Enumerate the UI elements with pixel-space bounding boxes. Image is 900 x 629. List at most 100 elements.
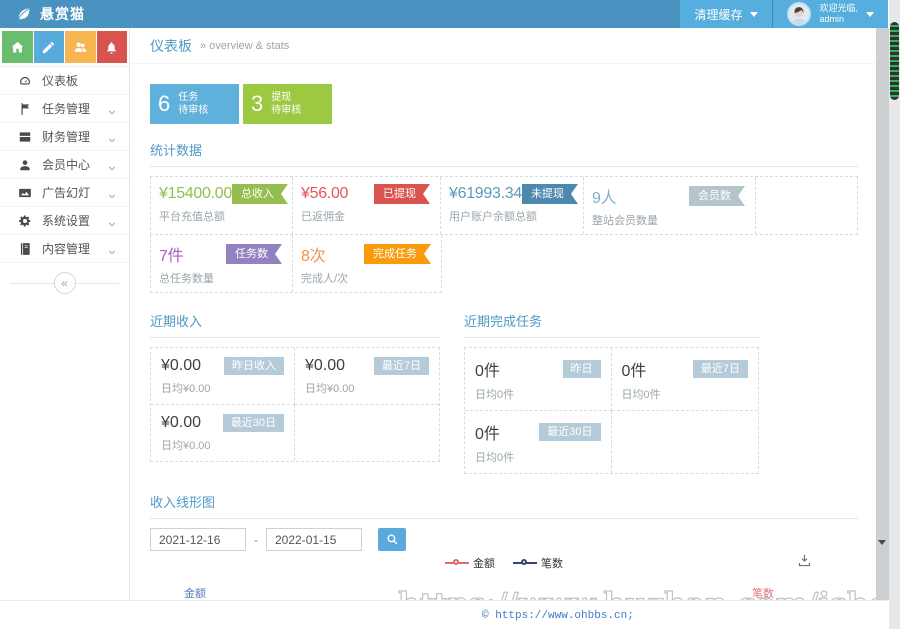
sidebar-item-tasks[interactable]: 任务管理 — [0, 95, 129, 123]
chevron-down-icon — [107, 160, 117, 170]
sidebar-item-settings[interactable]: 系统设置 — [0, 207, 129, 235]
leaf-icon — [16, 6, 32, 22]
period-badge: 最近7日 — [692, 360, 748, 378]
search-icon — [386, 534, 397, 545]
app-title: 悬赏猫 — [40, 6, 85, 22]
recent-tasks-panel: 近期完成任务 0件 昨日 日均0件 0件 最近7日 日均0件 0件 最近30日 … — [464, 311, 759, 474]
date-separator: - — [254, 532, 258, 547]
divider — [150, 337, 440, 338]
status-badge: 会员数 — [689, 186, 745, 206]
income-card-30days: ¥0.00 最近30日 日均¥0.00 — [151, 405, 295, 461]
sidebar-collapse-button[interactable]: « — [53, 272, 76, 294]
page-title: 仪表板 — [150, 37, 192, 54]
left-axis-title: 金额 — [184, 588, 206, 600]
notifications-shortcut-button[interactable] — [96, 31, 127, 63]
divider — [464, 337, 759, 338]
line-marker-icon — [513, 559, 537, 567]
home-shortcut-button[interactable] — [2, 31, 33, 63]
period-badge: 昨日收入 — [224, 357, 284, 375]
sidebar-item-ads[interactable]: 广告幻灯 — [0, 179, 129, 207]
pencil-icon — [43, 41, 55, 53]
income-chart-section: 收入线形图 - 金额 笔数 — [150, 492, 876, 600]
users-icon — [74, 42, 86, 52]
pending-withdraw-box[interactable]: 3 提现 待审核 — [243, 84, 332, 124]
sidebar-item-finance[interactable]: 财务管理 — [0, 123, 129, 151]
sidebar-item-content[interactable]: 内容管理 — [0, 235, 129, 263]
inner-vertical-scrollbar[interactable] — [876, 28, 889, 600]
search-button[interactable] — [378, 528, 406, 551]
sidebar-item-dashboard[interactable]: 仪表板 — [0, 67, 129, 95]
status-badge: 任务数 — [226, 244, 282, 264]
scroll-down-arrow[interactable] — [878, 540, 886, 545]
home-icon — [11, 41, 23, 52]
income-card-yesterday: ¥0.00 昨日收入 日均¥0.00 — [151, 348, 295, 405]
tasks-card-empty — [612, 411, 759, 473]
breadcrumb-trail: » overview & stats — [200, 39, 290, 52]
chevron-down-icon — [107, 244, 117, 254]
stats-section-title: 统计数据 — [150, 143, 203, 158]
date-to-input[interactable] — [266, 528, 362, 551]
sidebar: 仪表板 任务管理 财务管理 会员中心 广告幻灯 系统设置 内容管理 « — [0, 28, 130, 600]
download-icon[interactable] — [797, 553, 812, 568]
admin-dashboard: 悬赏猫 清理缓存 欢迎光临, admin 仪表板 任务管理 财务管理 会员中心 … — [0, 0, 900, 629]
income-card-empty — [295, 405, 439, 461]
status-badge: 未提现 — [522, 184, 578, 204]
scrollbar-thumb[interactable] — [890, 22, 899, 100]
breadcrumb: 仪表板 » overview & stats — [130, 28, 876, 64]
period-badge: 最近30日 — [539, 423, 601, 441]
sidebar-collapse-row: « — [0, 267, 129, 301]
stat-card-total-income: ¥15400.00 总收入 平台充值总额 — [151, 177, 293, 234]
footer: © https://www.ohbbs.cn; — [0, 600, 888, 629]
drawer-icon — [18, 130, 32, 144]
stat-card-empty — [756, 177, 857, 234]
legend-item-amount[interactable]: 金额 — [445, 555, 495, 571]
recent-income-panel: 近期收入 ¥0.00 昨日收入 日均¥0.00 ¥0.00 最近7日 日均¥0.… — [150, 311, 440, 474]
outer-vertical-scrollbar[interactable] — [889, 0, 900, 629]
user-menu[interactable]: 欢迎光临, admin — [773, 0, 888, 28]
stat-card-completed: 8次 完成任务 完成人/次 — [293, 235, 441, 292]
caret-down-icon — [750, 11, 759, 17]
line-chart: 金额 笔数 ¥1 ¥0.8 1笔 0.8笔 https://www.huzhan… — [150, 583, 876, 600]
status-badge: 完成任务 — [364, 244, 431, 264]
footer-link[interactable]: © https://www.ohbbs.cn; — [482, 610, 634, 622]
users-shortcut-button[interactable] — [65, 31, 96, 63]
sidebar-item-members[interactable]: 会员中心 — [0, 151, 129, 179]
stats-grid-row2: 7件 任务数 总任务数量 8次 完成任务 完成人/次 — [150, 235, 442, 293]
edit-shortcut-button[interactable] — [33, 31, 64, 63]
sidebar-shortcuts — [0, 28, 129, 67]
pending-boxes: 6 任务 待审核 3 提现 待审核 — [150, 84, 858, 124]
status-badge: 总收入 — [232, 184, 288, 204]
chevron-down-icon — [107, 216, 117, 226]
book-icon — [18, 242, 32, 256]
tasks-card-30days: 0件 最近30日 日均0件 — [465, 411, 612, 473]
user-icon — [18, 158, 32, 172]
date-from-input[interactable] — [150, 528, 246, 551]
stat-card-unwithdrawn: ¥61993.34 未提现 用户账户余额总额 — [441, 177, 584, 234]
gear-icon — [18, 214, 32, 228]
clear-cache-button[interactable]: 清理缓存 — [680, 0, 774, 28]
period-badge: 昨日 — [562, 360, 601, 378]
recent-tasks-title: 近期完成任务 — [464, 314, 543, 329]
chart-section-title: 收入线形图 — [150, 495, 216, 510]
stat-card-withdrawn: ¥56.00 已提现 已返佣金 — [293, 177, 441, 234]
flag-icon — [18, 102, 32, 116]
speedometer-icon — [18, 74, 32, 88]
line-marker-icon — [445, 559, 469, 567]
recent-tasks-grid: 0件 昨日 日均0件 0件 最近7日 日均0件 0件 最近30日 日均0件 — [464, 347, 759, 474]
top-header: 悬赏猫 清理缓存 欢迎光临, admin — [0, 0, 888, 28]
stat-card-members: 9人 会员数 整站会员数量 — [584, 177, 756, 234]
pending-tasks-box[interactable]: 6 任务 待审核 — [150, 84, 239, 124]
welcome-text: 欢迎光临, admin — [819, 3, 858, 24]
bell-icon — [107, 41, 117, 54]
watermark-text: https://www.huzhan.com/ishop41149 — [397, 586, 876, 600]
period-badge: 最近7日 — [373, 357, 429, 375]
tasks-card-yesterday: 0件 昨日 日均0件 — [465, 348, 612, 411]
tasks-card-7days: 0件 最近7日 日均0件 — [611, 348, 758, 411]
legend-item-count[interactable]: 笔数 — [513, 555, 563, 571]
logo[interactable]: 悬赏猫 — [0, 4, 130, 24]
main-panel: 仪表板 » overview & stats 6 任务待审核 3 提现待审核 — [130, 28, 876, 600]
period-badge: 最近30日 — [222, 414, 284, 432]
chevron-down-icon — [107, 132, 117, 142]
chart-legend: 金额 笔数 — [150, 553, 858, 573]
recent-income-title: 近期收入 — [150, 314, 203, 329]
